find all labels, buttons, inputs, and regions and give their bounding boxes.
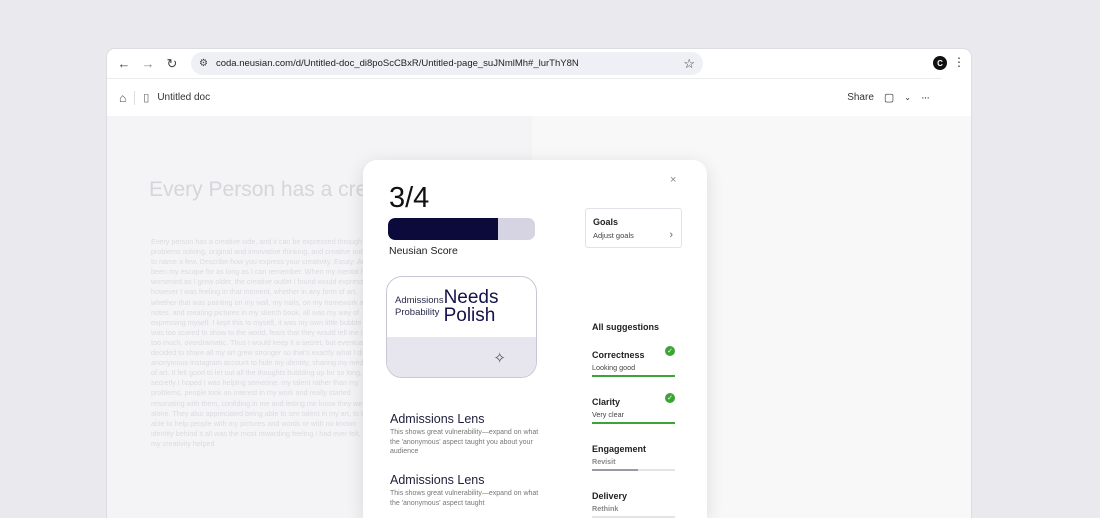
sparkle-icon: ✧ [493,350,506,367]
check-icon: ✓ [665,393,675,403]
suggestion-item-clarity[interactable]: Clarity ✓ Very clear [592,393,675,424]
chevron-down-icon[interactable]: ⌄ [904,93,911,102]
lens-title: Admissions Lens [390,473,485,487]
neusian-score-panel: × 3/4 Neusian Score Admissions Probabili… [363,160,707,518]
score-progress-fill [388,218,499,240]
forward-arrow-icon[interactable]: → [139,55,157,73]
suggestion-progress-bar [592,469,675,471]
home-icon[interactable]: ⌂ [119,91,126,105]
address-bar[interactable]: ⚙ coda.neusian.com/d/Untitled-doc_di8poS… [191,52,703,75]
suggestion-title: Delivery [592,491,628,501]
probability-label: Admissions Probability [395,295,444,318]
check-icon: ✓ [665,346,675,356]
suggestion-item-engagement[interactable]: Engagement Revisit [592,444,675,471]
back-arrow-icon[interactable]: ← [115,55,133,73]
goals-card[interactable]: Goals Adjust goals › [585,208,682,248]
probability-value: Needs Polish [443,287,499,326]
doc-body-text[interactable]: Every person has a creative side, and it… [151,237,381,449]
score-label: Neusian Score [389,245,458,257]
url-text: coda.neusian.com/d/Untitled-doc_di8poScC… [215,58,579,69]
doc-header: ⌂ ▯ Untitled doc Share ▢ ⌄ ··· [107,78,941,116]
lens-description: This shows great vulnerability—expand on… [390,490,539,507]
suggestion-status: Revisit [592,457,616,466]
admissions-probability-card[interactable]: Admissions Probability Needs Polish ✧ [386,276,537,378]
profile-avatar[interactable]: C [933,56,947,70]
score-progress-bar [388,218,535,240]
lens-description: This shows great vulnerability—expand on… [390,429,539,455]
suggestion-title: Correctness [592,350,645,360]
admissions-lens-card[interactable]: Admissions Lens This shows great vulnera… [390,412,540,457]
share-button[interactable]: Share [847,92,874,103]
admissions-lens-card[interactable]: Admissions Lens This shows great vulnera… [390,473,540,508]
site-settings-icon[interactable]: ⚙ [199,58,208,69]
close-icon[interactable]: × [670,174,676,186]
more-options-icon[interactable]: ··· [921,92,930,104]
suggestion-status: Looking good [592,363,636,372]
adjust-goals-link[interactable]: Adjust goals [593,231,674,240]
suggestion-progress-bar [592,422,675,424]
chevron-right-icon: › [669,229,673,241]
lens-title: Admissions Lens [390,412,485,426]
bookmark-star-icon[interactable]: ☆ [683,56,695,72]
reload-icon[interactable]: ↻ [163,55,181,73]
suggestion-progress-fill [592,422,675,424]
suggestion-progress-fill [592,469,638,471]
suggestion-progress-bar [592,375,675,377]
suggestions-heading: All suggestions [592,322,660,332]
suggestion-title: Clarity [592,397,621,407]
comment-icon[interactable]: ▢ [884,91,894,104]
doc-name[interactable]: Untitled doc [157,92,210,103]
suggestion-status: Very clear [592,410,624,419]
doc-title[interactable]: Every Person has a crea [149,178,379,202]
score-value: 3/4 [389,182,430,214]
divider [134,90,136,105]
suggestion-status: Rethink [592,504,619,513]
suggestion-item-delivery[interactable]: Delivery Rethink [592,491,675,518]
goals-title: Goals [593,217,619,227]
browser-menu-icon[interactable]: ⋮ [953,55,965,69]
suggestion-item-correctness[interactable]: Correctness ✓ Looking good [592,346,675,377]
page-icon: ▯ [143,92,150,104]
suggestion-title: Engagement [592,444,647,454]
suggestion-progress-fill [592,375,675,377]
browser-toolbar: ← → ↻ ⚙ coda.neusian.com/d/Untitled-doc_… [107,49,971,78]
